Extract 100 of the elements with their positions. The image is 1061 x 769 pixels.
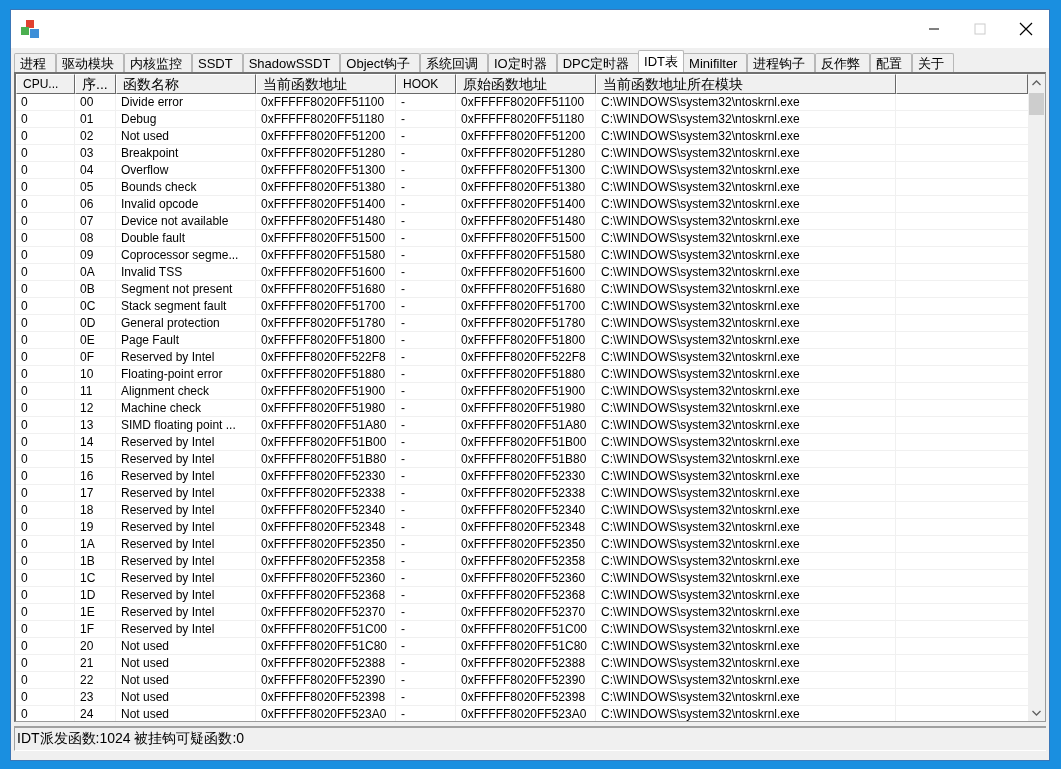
table-cell: 0xFFFFF8020FF52358 (456, 553, 596, 570)
table-cell: - (396, 638, 456, 655)
table-cell: C:\WINDOWS\system32\ntoskrnl.exe (596, 570, 896, 587)
table-cell: 0xFFFFF8020FF522F8 (456, 349, 596, 366)
table-cell: Not used (116, 638, 256, 655)
table-cell: 0xFFFFF8020FF51200 (256, 128, 396, 145)
tab[interactable]: 系统回调 (419, 53, 488, 72)
table-cell: 0xFFFFF8020FF52338 (456, 485, 596, 502)
table-cell: 0 (16, 111, 75, 128)
table-cell: C:\WINDOWS\system32\ntoskrnl.exe (596, 604, 896, 621)
tab[interactable]: 反作弊 (815, 53, 871, 72)
table-cell: 0xFFFFF8020FF51500 (256, 230, 396, 247)
table-cell: - (396, 264, 456, 281)
table-cell: C:\WINDOWS\system32\ntoskrnl.exe (596, 298, 896, 315)
table-cell: - (396, 247, 456, 264)
table-cell: 23 (75, 689, 116, 706)
table-cell: C:\WINDOWS\system32\ntoskrnl.exe (596, 196, 896, 213)
table-cell: 0xFFFFF8020FF51680 (256, 281, 396, 298)
table-cell: 0xFFFFF8020FF51B80 (256, 451, 396, 468)
table-cell: 0 (16, 570, 75, 587)
tab[interactable]: IO定时器 (487, 53, 557, 72)
table-cell: 0 (16, 383, 75, 400)
table-cell: 0xFFFFF8020FF51180 (256, 111, 396, 128)
table-cell: Breakpoint (116, 145, 256, 162)
table-cell: - (396, 655, 456, 672)
tab[interactable]: SSDT (192, 53, 243, 72)
table-cell: 0xFFFFF8020FF52398 (456, 689, 596, 706)
table-cell: - (396, 434, 456, 451)
table-cell: Reserved by Intel (116, 536, 256, 553)
tab[interactable]: 进程 (14, 53, 56, 72)
table-cell: - (396, 298, 456, 315)
tab[interactable]: 进程钩子 (747, 53, 816, 72)
table-cell: 11 (75, 383, 116, 400)
table-cell: 0 (16, 706, 75, 721)
table-cell: 0xFFFFF8020FF52340 (256, 502, 396, 519)
scroll-thumb[interactable] (1029, 93, 1044, 115)
table-cell: - (396, 162, 456, 179)
tab[interactable]: 驱动模块 (56, 53, 124, 72)
table-cell: 1A (75, 536, 116, 553)
column-header[interactable]: 函数名称 (116, 74, 256, 94)
table-cell: - (396, 230, 456, 247)
table-cell: 0xFFFFF8020FF51C80 (256, 638, 396, 655)
table-cell: 20 (75, 638, 116, 655)
table-cell: 0 (16, 638, 75, 655)
table-cell: C:\WINDOWS\system32\ntoskrnl.exe (596, 349, 896, 366)
table-cell: C:\WINDOWS\system32\ntoskrnl.exe (596, 485, 896, 502)
table-cell: 0xFFFFF8020FF52338 (256, 485, 396, 502)
table-cell: Reserved by Intel (116, 519, 256, 536)
table-cell: - (396, 468, 456, 485)
table-cell: 0xFFFFF8020FF51100 (456, 94, 596, 111)
table-cell: - (396, 451, 456, 468)
table-cell: Double fault (116, 230, 256, 247)
tab[interactable]: 关于 (912, 53, 955, 72)
column-header[interactable]: 当前函数地址所在模块 (596, 74, 896, 94)
table-cell: 0xFFFFF8020FF51900 (256, 383, 396, 400)
column-header[interactable]: 当前函数地址 (256, 74, 396, 94)
table-cell: 07 (75, 213, 116, 230)
table-cell: 00 (75, 94, 116, 111)
table-cell: 0xFFFFF8020FF51680 (456, 281, 596, 298)
table-cell: C:\WINDOWS\system32\ntoskrnl.exe (596, 128, 896, 145)
table-cell: 0 (16, 349, 75, 366)
table-cell: 0xFFFFF8020FF51900 (456, 383, 596, 400)
tab[interactable]: Object钩子 (340, 53, 420, 72)
table-cell: 0xFFFFF8020FF51600 (256, 264, 396, 281)
tab[interactable]: ShadowSSDT (242, 53, 341, 72)
table-cell: - (396, 400, 456, 417)
column-header[interactable]: 序... (75, 74, 116, 94)
table-cell: 0xFFFFF8020FF52368 (256, 587, 396, 604)
table-cell: 0 (16, 553, 75, 570)
table-cell: 0xFFFFF8020FF52390 (256, 672, 396, 689)
table-cell: 1C (75, 570, 116, 587)
tab[interactable]: IDT表 (638, 50, 685, 72)
table-cell: Debug (116, 111, 256, 128)
table-cell: - (396, 604, 456, 621)
tab[interactable]: Minifilter (683, 53, 748, 72)
table-cell: 0xFFFFF8020FF52330 (456, 468, 596, 485)
table-cell: - (396, 587, 456, 604)
table-cell: - (396, 417, 456, 434)
table-cell: Reserved by Intel (116, 553, 256, 570)
column-header[interactable]: CPU... (16, 74, 75, 94)
table-cell: C:\WINDOWS\system32\ntoskrnl.exe (596, 689, 896, 706)
table-cell: Not used (116, 706, 256, 721)
table-cell: - (396, 111, 456, 128)
table-cell: 0 (16, 655, 75, 672)
column-header[interactable]: 原始函数地址 (456, 74, 596, 94)
table-cell: 0xFFFFF8020FF51300 (456, 162, 596, 179)
tab[interactable]: DPC定时器 (556, 53, 640, 72)
table-cell: 0 (16, 264, 75, 281)
table-cell: 0xFFFFF8020FF51700 (456, 298, 596, 315)
table-cell: 21 (75, 655, 116, 672)
table-cell: 0xFFFFF8020FF51400 (256, 196, 396, 213)
tab[interactable]: 配置 (870, 53, 913, 72)
column-header[interactable]: HOOK (396, 74, 456, 94)
table-cell: Reserved by Intel (116, 434, 256, 451)
tab[interactable]: 内核监控 (124, 53, 192, 72)
table-cell: 0xFFFFF8020FF52358 (256, 553, 396, 570)
table-cell: 0xFFFFF8020FF51280 (456, 145, 596, 162)
table-cell: - (396, 196, 456, 213)
scrollbar[interactable] (1028, 74, 1045, 721)
table-cell: 24 (75, 706, 116, 721)
